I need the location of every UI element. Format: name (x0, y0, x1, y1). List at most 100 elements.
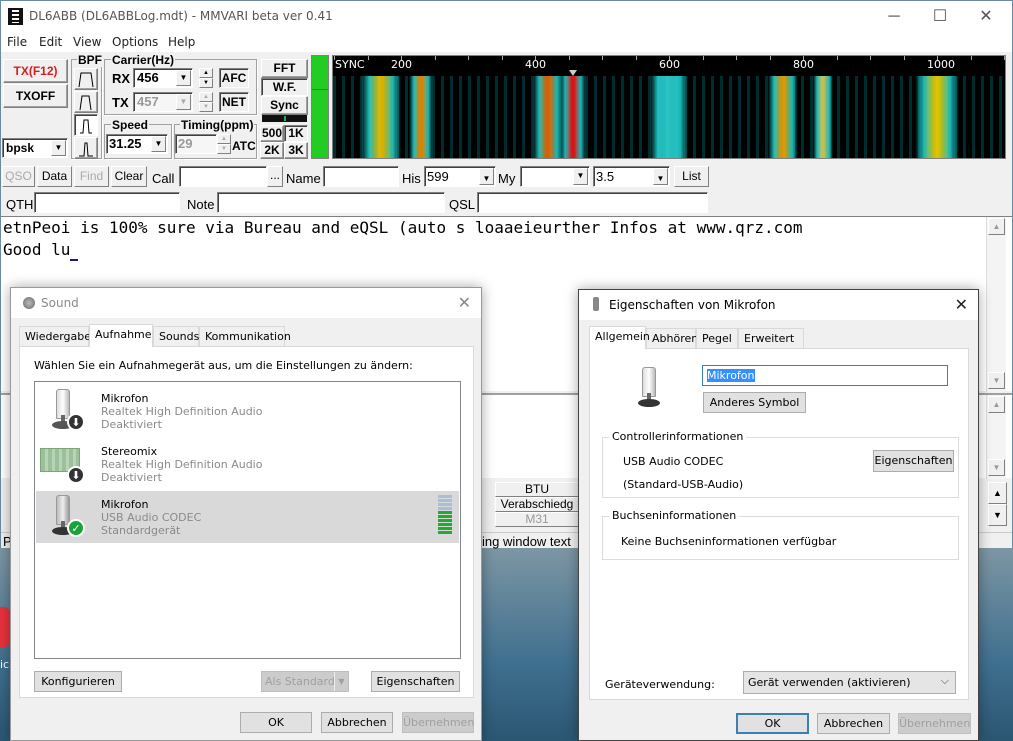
chevron-down-icon[interactable] (51, 140, 66, 156)
find-button[interactable]: Find (74, 166, 109, 187)
tx-spin-down[interactable]: ▼ (199, 102, 213, 112)
chevron-down-icon[interactable] (151, 136, 166, 152)
desktop-app-icon[interactable] (0, 607, 10, 647)
qth-input[interactable] (34, 192, 180, 213)
konfigurieren-button[interactable]: Konfigurieren (34, 671, 122, 692)
call-input[interactable] (179, 166, 267, 187)
bpf-narrow-button[interactable] (74, 114, 98, 136)
instruction-text: Wählen Sie ein Aufnahmegerät aus, um die… (34, 359, 413, 372)
net-toggle[interactable]: NET (219, 92, 249, 112)
mic-props-close-button[interactable]: ✕ (955, 295, 968, 315)
maximize-button[interactable]: ☐ (917, 5, 963, 29)
chevron-down-icon[interactable] (176, 70, 191, 86)
afc-toggle[interactable]: AFC (219, 68, 249, 88)
sound-ok-button[interactable]: OK (240, 712, 312, 733)
menu-edit[interactable]: Edit (39, 35, 62, 49)
device-item[interactable]: ⬇ Stereomix Realtek High Definition Audi… (36, 438, 459, 490)
rx-spin-up[interactable]: ▲ (199, 68, 213, 78)
tab-wiedergabe[interactable]: Wiedergabe (19, 326, 91, 346)
tx-carrier-select[interactable]: 457 (133, 92, 193, 112)
controller-eigenschaften-button[interactable]: Eigenschaften (873, 450, 954, 472)
atc-button[interactable]: ATC (232, 139, 256, 153)
rx-carrier-select[interactable]: 456 (133, 68, 193, 88)
menu-options[interactable]: Options (112, 35, 158, 49)
chevron-down-icon[interactable] (573, 168, 588, 185)
usage-select[interactable]: Gerät verwenden (aktivieren) ⌵ (743, 671, 956, 694)
span-3k-button[interactable]: 3K (284, 142, 308, 159)
sound-cancel-button[interactable]: Abbrechen (321, 712, 393, 733)
tx-spin-up[interactable]: ▲ (199, 92, 213, 102)
macro-button-btu[interactable]: BTU (495, 482, 579, 497)
bpf-medium-button[interactable] (74, 91, 98, 113)
chevron-down-icon[interactable] (176, 94, 191, 110)
device-name: Mikrofon (101, 392, 149, 405)
sound-close-button[interactable]: ✕ (458, 293, 471, 313)
note-input[interactable] (217, 192, 445, 213)
rx-spin-down[interactable]: ▼ (199, 78, 213, 88)
span-1k-button[interactable]: 1K (284, 125, 308, 142)
clear-button[interactable]: Clear (111, 166, 147, 187)
minimize-button[interactable]: ─ (871, 5, 917, 29)
anderes-symbol-button[interactable]: Anderes Symbol (703, 392, 806, 413)
scroll-up-button[interactable]: ▲ (988, 396, 1005, 413)
fft-button[interactable]: FFT (261, 59, 308, 78)
eigenschaften-button[interactable]: Eigenschaften (371, 671, 460, 692)
my-rst-select[interactable] (520, 166, 590, 187)
chevron-down-icon[interactable] (653, 168, 668, 185)
device-item-selected[interactable]: ✓ Mikrofon USB Audio CODEC Standardgerät (36, 491, 459, 543)
device-name-input[interactable]: Mikrofon (702, 365, 948, 386)
timing-input[interactable]: 29 (175, 134, 217, 154)
qso-button[interactable]: QSO (2, 166, 35, 187)
chevron-down-icon[interactable]: ▼ (334, 672, 348, 691)
span-500-button[interactable]: 500 (260, 125, 284, 142)
list-button[interactable]: List (674, 166, 709, 187)
band-select[interactable]: 3.5 (593, 166, 670, 187)
chevron-down-icon[interactable]: ⌵ (941, 675, 949, 688)
rx-scrollbar[interactable]: ▲ ▼ (986, 217, 1006, 392)
timing-spin-up[interactable]: ▲ (217, 134, 231, 144)
macro-scroll-up[interactable]: ▲ (988, 482, 1007, 504)
mic-props-cancel-button[interactable]: Abbrechen (817, 713, 890, 734)
tab-abhoeren[interactable]: Abhören (646, 328, 698, 348)
name-label: Name (286, 171, 321, 186)
menu-view[interactable]: View (73, 35, 101, 49)
scroll-up-button[interactable]: ▲ (988, 218, 1005, 235)
tx-button[interactable]: TX(F12) (3, 59, 68, 83)
als-standard-button[interactable]: Als Standard ▼ (261, 671, 349, 692)
timing-spin-down[interactable]: ▼ (217, 144, 231, 154)
waterfall-display[interactable]: SYNC 200 400 600 800 1000 (332, 55, 1006, 159)
tab-allgemein[interactable]: Allgemein (589, 326, 650, 349)
close-button[interactable]: ✕ (963, 5, 1009, 29)
bpf-wide-button[interactable] (74, 68, 98, 90)
scroll-down-button[interactable]: ▼ (988, 372, 1005, 389)
span-2k-button[interactable]: 2K (260, 142, 284, 159)
tab-erweitert[interactable]: Erweitert (738, 328, 804, 348)
tab-aufnahme[interactable]: Aufnahme (89, 324, 153, 347)
sound-apply-button[interactable]: Übernehmen (402, 712, 474, 733)
name-input[interactable] (323, 166, 399, 187)
speed-select[interactable]: 31.25 (106, 134, 168, 154)
scroll-down-button[interactable]: ▼ (988, 459, 1005, 476)
macro-button-m31[interactable]: M31 (495, 512, 579, 527)
tab-kommunikation[interactable]: Kommunikation (199, 326, 291, 346)
menu-file[interactable]: File (7, 35, 27, 49)
waterfall-button[interactable]: W.F. (261, 78, 308, 96)
macro-scroll-down[interactable]: ▼ (988, 504, 1007, 526)
mic-props-ok-button[interactable]: OK (736, 713, 809, 734)
his-rst-select[interactable]: 599 (424, 166, 496, 187)
call-lookup-button[interactable]: ... (267, 166, 283, 187)
tab-sounds[interactable]: Sounds (153, 326, 199, 346)
mode-select[interactable]: bpsk (2, 138, 68, 158)
data-button[interactable]: Data (37, 166, 72, 187)
sync-button[interactable]: Sync (261, 96, 308, 115)
mic-props-apply-button[interactable]: Übernehmen (898, 713, 971, 734)
qsl-input[interactable] (477, 192, 708, 213)
menu-help[interactable]: Help (168, 35, 195, 49)
chevron-down-icon[interactable] (479, 168, 494, 185)
txoff-button[interactable]: TXOFF (3, 84, 68, 108)
bpf-very-narrow-button[interactable] (74, 137, 98, 159)
tx-scrollbar[interactable]: ▲ ▼ (986, 395, 1006, 479)
device-item[interactable]: ⬇ Mikrofon Realtek High Definition Audio… (36, 385, 459, 437)
macro-button-verabschiedg[interactable]: Verabschiedg (495, 497, 579, 512)
tab-pegel[interactable]: Pegel (696, 328, 738, 348)
